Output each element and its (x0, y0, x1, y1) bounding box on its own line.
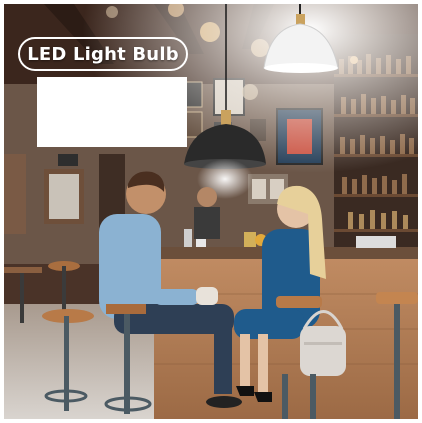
blank-white-box (37, 77, 187, 147)
product-title-text: LED Light Bulb (27, 43, 179, 65)
product-photo-frame: LED Light Bulb (4, 4, 418, 419)
product-title-badge: LED Light Bulb (18, 37, 188, 71)
